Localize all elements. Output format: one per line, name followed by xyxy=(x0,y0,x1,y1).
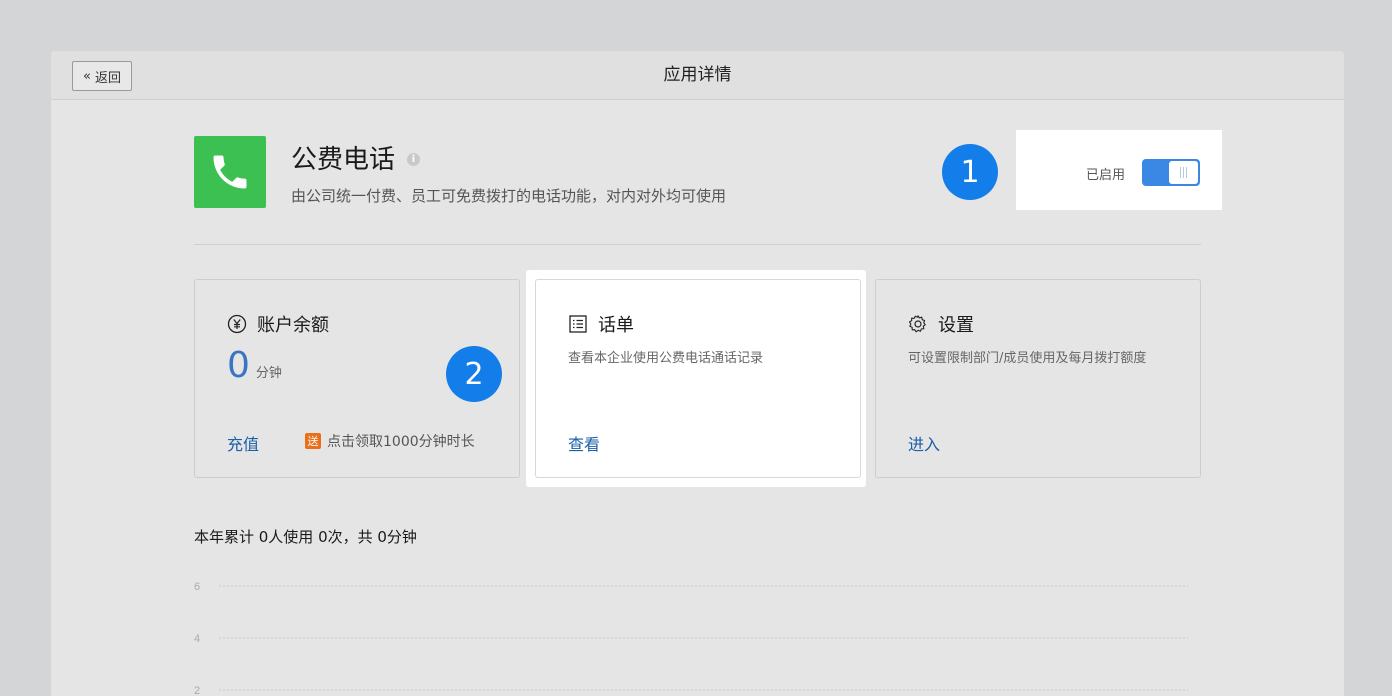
phone-icon xyxy=(213,155,247,189)
balance-unit: 分钟 xyxy=(255,366,282,381)
gift-tag-icon: 送 xyxy=(305,433,321,449)
app-name-text: 公费电话 xyxy=(291,145,396,175)
enable-status-panel: 已启用 xyxy=(1016,130,1222,210)
header-divider xyxy=(194,244,1201,245)
page-title: 应用详情 xyxy=(663,65,732,85)
step-badge-1: 1 xyxy=(942,144,998,200)
settings-card-description: 可设置限制部门/成员使用及每月拨打额度 xyxy=(908,351,1147,366)
settings-card-title: 设置 xyxy=(938,315,974,336)
step-badge-2: 2 xyxy=(446,346,502,402)
app-description: 由公司统一付费、员工可免费拨打的电话功能，对内对外均可使用 xyxy=(291,187,727,205)
settings-card-header: 设置 xyxy=(908,311,974,337)
usage-chart: 6 4 2 xyxy=(194,581,1188,696)
view-records-link[interactable]: 查看 xyxy=(568,431,600,455)
records-card[interactable]: 话单 查看本企业使用公费电话通话记录 查看 xyxy=(535,279,861,478)
settings-card[interactable]: 设置 可设置限制部门/成员使用及每月拨打额度 进入 xyxy=(875,279,1201,478)
promo-link[interactable]: 送 点击领取1000分钟时长 xyxy=(305,431,475,451)
records-card-description: 查看本企业使用公费电话通话记录 xyxy=(568,351,764,366)
enable-status-label: 已启用 xyxy=(1086,168,1126,183)
enable-toggle[interactable] xyxy=(1142,159,1200,186)
yen-circle-icon xyxy=(227,314,247,334)
balance-card-title: 账户余额 xyxy=(257,315,329,336)
promo-text: 点击领取1000分钟时长 xyxy=(327,434,475,450)
records-card-title: 话单 xyxy=(598,315,634,336)
y-tick-label: 4 xyxy=(194,633,200,645)
gear-icon xyxy=(908,315,926,333)
records-card-highlight: 话单 查看本企业使用公费电话通话记录 查看 xyxy=(526,270,866,487)
app-name: 公费电话 i xyxy=(291,139,421,176)
list-document-icon xyxy=(569,315,587,333)
enter-settings-link[interactable]: 进入 xyxy=(908,431,940,455)
chart-grid: 6 4 2 xyxy=(194,581,1188,696)
balance-number: 0 xyxy=(227,345,250,386)
balance-value: 0 分钟 xyxy=(227,345,282,386)
toggle-knob xyxy=(1169,161,1198,184)
y-tick-label: 2 xyxy=(194,685,200,696)
y-tick-label: 6 xyxy=(194,581,200,593)
info-icon[interactable]: i xyxy=(407,153,421,166)
annual-usage-summary: 本年累计 0人使用 0次，共 0分钟 xyxy=(194,528,417,546)
recharge-link[interactable]: 充值 xyxy=(227,431,259,455)
app-detail-window: « 返回 应用详情 公费电话 i 由公司统一付费、员工可免费拨打的电话功能，对内… xyxy=(51,51,1344,696)
records-card-header: 话单 xyxy=(568,311,634,337)
title-bar: « 返回 应用详情 xyxy=(51,51,1344,100)
phone-app-icon xyxy=(194,136,266,208)
balance-card-header: 账户余额 xyxy=(227,311,329,337)
